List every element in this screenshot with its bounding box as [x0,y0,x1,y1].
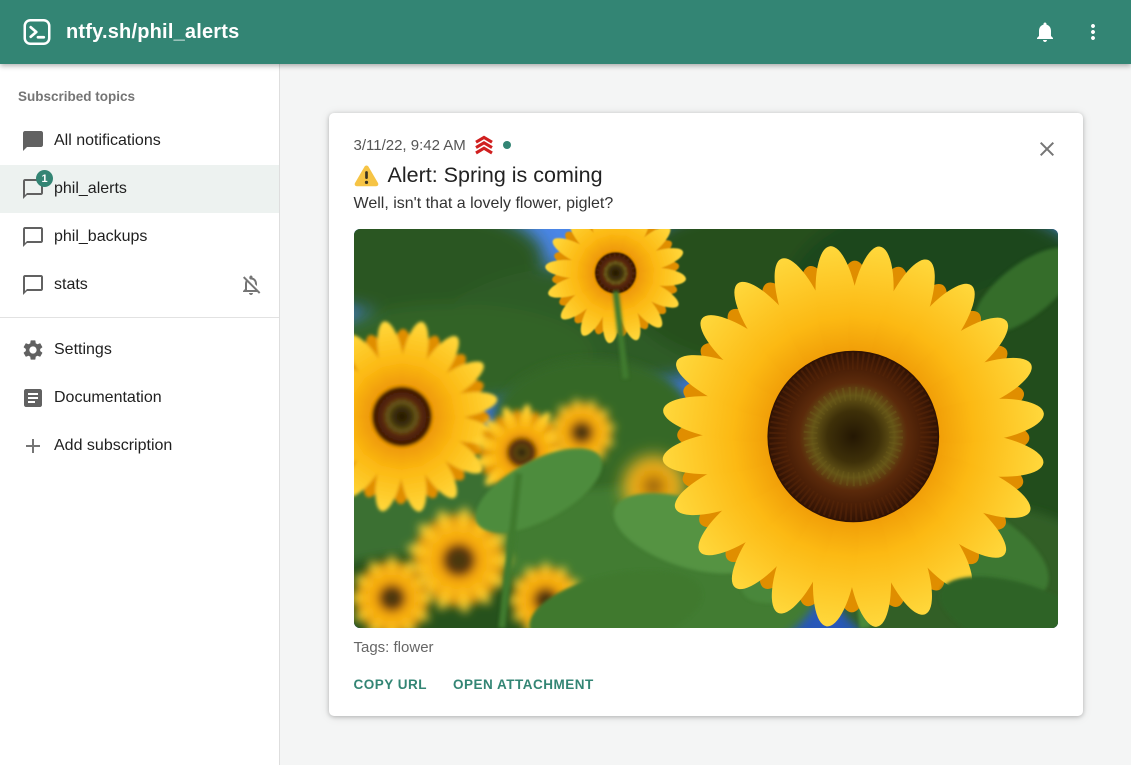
sidebar-item-phil-backups[interactable]: phil_backups [0,213,279,261]
sidebar-item-phil-alerts[interactable]: 1 phil_alerts [0,165,279,213]
sidebar-item-label: stats [54,276,88,294]
notification-tags: Tags: flower [354,639,1058,656]
appbar-actions [1021,8,1117,56]
notifications-bell-button[interactable] [1021,8,1069,56]
attachment-image[interactable] [354,229,1058,628]
warning-emoji-icon [354,164,379,187]
app-bar: ntfy.sh/phil_alerts [0,0,1131,64]
notification-title: Alert: Spring is coming [354,163,1058,188]
delete-notification-button[interactable] [1033,135,1061,163]
notification-actions: COPY URL OPEN ATTACHMENT [354,677,1058,692]
main-panel: 3/11/22, 9:42 AM [280,64,1131,765]
sidebar: Subscribed topics All notifications 1 ph… [0,64,280,765]
open-attachment-button[interactable]: OPEN ATTACHMENT [453,677,594,692]
copy-url-button[interactable]: COPY URL [354,677,428,692]
priority-max-icon [473,135,495,155]
unread-count-badge: 1 [36,170,53,187]
app-window: ntfy.sh/phil_alerts Subscribed topics Al… [0,0,1131,765]
ntfy-terminal-logo-icon [22,17,52,47]
overflow-menu-button[interactable] [1069,8,1117,56]
chat-bubble-outline-icon: 1 [21,177,45,201]
chat-bubble-outline-icon [21,273,45,297]
close-icon [1035,137,1059,161]
subscribed-topics-label: Subscribed topics [0,64,279,117]
sidebar-item-label: Documentation [54,389,162,407]
sidebar-item-label: Add subscription [54,437,172,455]
sidebar-item-all-notifications[interactable]: All notifications [0,117,279,165]
gear-icon [21,338,45,362]
sidebar-item-label: phil_backups [54,228,147,246]
sidebar-divider [0,317,279,318]
sidebar-item-label: phil_alerts [54,180,127,198]
content-area: Subscribed topics All notifications 1 ph… [0,64,1131,765]
sidebar-item-settings[interactable]: Settings [0,326,279,374]
notification-timestamp: 3/11/22, 9:42 AM [354,137,466,154]
notification-body: Well, isn't that a lovely flower, piglet… [354,195,1058,213]
notifications-off-icon [239,273,263,297]
plus-icon [21,434,45,458]
sidebar-item-label: Settings [54,341,112,359]
notification-meta-row: 3/11/22, 9:42 AM [354,135,1058,155]
unread-indicator-dot [503,141,511,149]
sidebar-item-add-subscription[interactable]: Add subscription [0,422,279,470]
sidebar-item-documentation[interactable]: Documentation [0,374,279,422]
chat-bubble-outline-icon [21,225,45,249]
notification-card: 3/11/22, 9:42 AM [329,113,1083,716]
article-icon [21,386,45,410]
page-title: ntfy.sh/phil_alerts [66,21,239,44]
bell-icon [1033,20,1057,44]
sidebar-item-stats[interactable]: stats [0,261,279,309]
more-vert-icon [1081,20,1105,44]
sunflower-field-photo [354,229,1058,628]
notification-title-text: Alert: Spring is coming [388,163,603,188]
sidebar-item-label: All notifications [54,132,161,150]
chat-bubble-filled-icon [21,129,45,153]
